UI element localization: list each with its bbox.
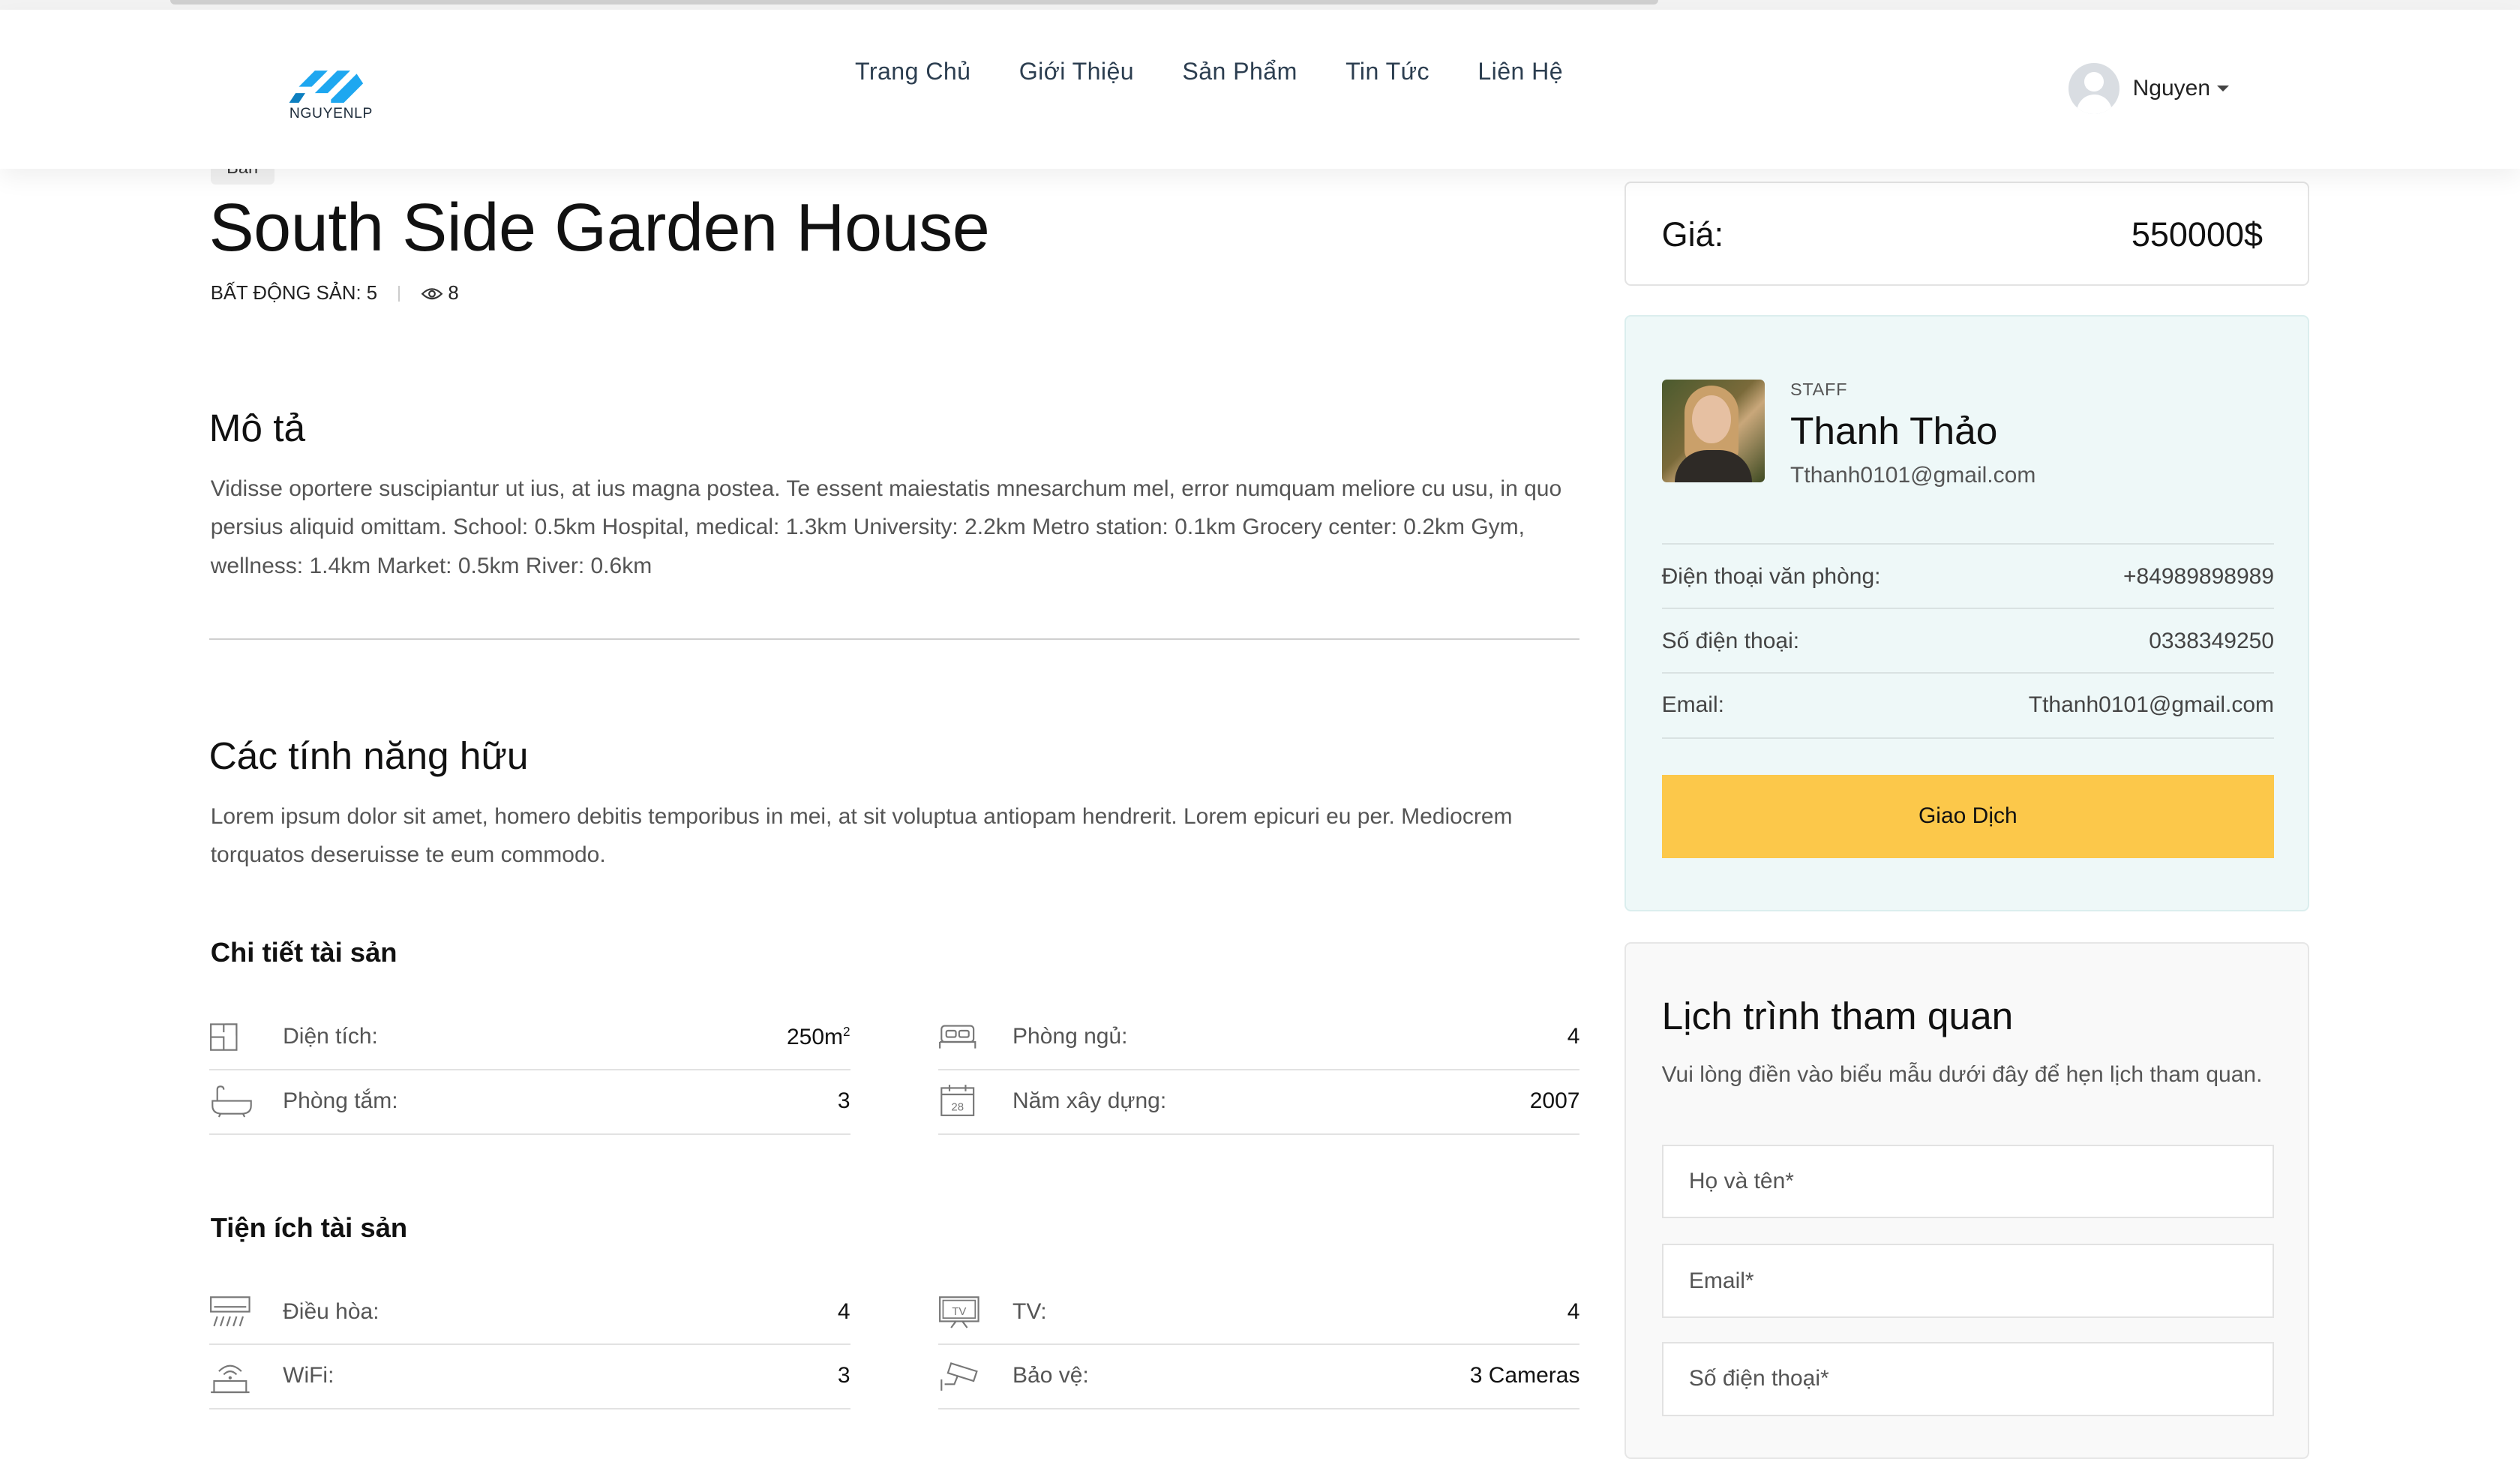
email-label: Email: xyxy=(1661,692,1724,718)
tv-icon: TV xyxy=(939,1296,980,1328)
agent-office-phone-row: Điện thoại văn phòng: +84989898989 xyxy=(1661,543,2275,609)
meta-divider xyxy=(398,285,400,302)
bedrooms-label: Phòng ngủ: xyxy=(1012,1024,1128,1049)
description-heading: Mô tả xyxy=(208,406,306,449)
area-value: 250m2 xyxy=(787,1023,850,1049)
agent-role: STAFF xyxy=(1790,379,1848,399)
tour-heading: Lịch trình tham quan xyxy=(1661,994,2014,1038)
amenity-row-ac: Điều hòa: 4 xyxy=(208,1280,850,1346)
eye-icon xyxy=(421,288,443,300)
nav-trang-chu[interactable]: Trang Chủ xyxy=(831,52,995,92)
agent-photo xyxy=(1661,379,1765,482)
view-count: 8 xyxy=(448,283,459,305)
logo-icon xyxy=(289,71,364,104)
phone-value[interactable]: 0338349250 xyxy=(2149,629,2274,654)
price-value: 550000$ xyxy=(2131,215,2264,254)
bedrooms-value: 4 xyxy=(1567,1024,1580,1049)
detail-row-bathrooms: Phòng tắm: 3 xyxy=(208,1069,850,1135)
page-title: South Side Garden House xyxy=(208,190,990,266)
agent-phone-row: Số điện thoại: 0338349250 xyxy=(1661,607,2275,674)
ac-label: Điều hòa: xyxy=(283,1298,380,1324)
bathrooms-value: 3 xyxy=(837,1088,850,1113)
air-conditioner-icon xyxy=(209,1296,250,1327)
amenity-row-security: Bảo vệ: 3 Cameras xyxy=(938,1343,1580,1410)
amenity-row-tv: TV TV: 4 xyxy=(938,1280,1580,1346)
user-menu[interactable]: Nguyen xyxy=(2068,62,2229,115)
features-heading: Các tính năng hữu xyxy=(208,734,529,778)
agent-name: Thanh Thảo xyxy=(1790,409,1998,453)
tour-schedule-form: Lịch trình tham quan Vui lòng điền vào b… xyxy=(1624,941,2310,1459)
office-phone-value[interactable]: +84989898989 xyxy=(2123,564,2274,590)
detail-row-year: 28 Năm xây dựng: 2007 xyxy=(938,1069,1580,1135)
main-nav: Trang Chủ Giới Thiệu Sản Phẩm Tin Tức Li… xyxy=(831,52,1587,92)
ac-value: 4 xyxy=(837,1298,850,1324)
email-value[interactable]: Tthanh0101@gmail.com xyxy=(2029,692,2274,718)
security-value: 3 Cameras xyxy=(1469,1363,1580,1388)
user-name[interactable]: Nguyen xyxy=(2133,76,2210,101)
amenity-row-wifi: WiFi: 3 xyxy=(208,1343,850,1410)
browser-address-bar-edge xyxy=(170,0,1659,5)
area-icon xyxy=(209,1022,238,1051)
avatar[interactable] xyxy=(2068,62,2120,115)
amenities-heading: Tiện ích tài sản xyxy=(210,1211,408,1243)
price-box: Giá: 550000$ xyxy=(1624,182,2310,287)
logo-text: NGUYENLP xyxy=(289,106,373,122)
tv-label: TV: xyxy=(1012,1298,1047,1324)
wifi-label: WiFi: xyxy=(283,1363,334,1388)
area-label: Diện tích: xyxy=(283,1024,378,1049)
full-name-field[interactable] xyxy=(1661,1144,2275,1219)
agent-email[interactable]: Tthanh0101@gmail.com xyxy=(1790,463,2036,488)
bathrooms-label: Phòng tắm: xyxy=(283,1088,398,1113)
svg-text:28: 28 xyxy=(952,1101,964,1114)
nav-lien-he[interactable]: Liên Hệ xyxy=(1454,52,1587,92)
site-header: NGUYENLP Trang Chủ Giới Thiệu Sản Phẩm T… xyxy=(0,9,2520,169)
security-camera-icon xyxy=(940,1361,979,1391)
bed-icon xyxy=(939,1025,976,1049)
agent-card: STAFF Thanh Thảo Tthanh0101@gmail.com Đi… xyxy=(1624,315,2310,911)
description-text: Vidisse oportere suscipiantur ut ius, at… xyxy=(210,476,1562,578)
wifi-value: 3 xyxy=(837,1363,850,1388)
svg-text:TV: TV xyxy=(952,1305,967,1318)
listing-meta: BẤT ĐỘNG SẢN: 5 8 xyxy=(211,283,459,305)
nav-san-pham[interactable]: Sản Phẩm xyxy=(1158,52,1322,92)
year-label: Năm xây dựng: xyxy=(1012,1088,1167,1113)
detail-row-area: Diện tích: 250m2 xyxy=(208,1004,850,1071)
nav-tin-tuc[interactable]: Tin Tức xyxy=(1322,52,1454,92)
features-text: Lorem ipsum dolor sit amet, homero debit… xyxy=(210,803,1513,868)
details-heading: Chi tiết tài sản xyxy=(210,937,398,968)
tv-value: 4 xyxy=(1567,1298,1580,1324)
chevron-down-icon[interactable] xyxy=(2216,85,2229,92)
calendar-icon: 28 xyxy=(940,1085,975,1117)
logo[interactable]: NGUYENLP xyxy=(283,58,380,132)
year-value: 2007 xyxy=(1529,1088,1580,1113)
detail-row-bedrooms: Phòng ngủ: 4 xyxy=(938,1004,1580,1071)
security-label: Bảo vệ: xyxy=(1012,1363,1089,1388)
agent-email-row: Email: Tthanh0101@gmail.com xyxy=(1661,671,2275,740)
phone-label: Số điện thoại: xyxy=(1661,628,1800,653)
price-label: Giá: xyxy=(1661,215,1724,254)
nav-gioi-thieu[interactable]: Giới Thiệu xyxy=(995,52,1159,92)
bathtub-icon xyxy=(211,1085,252,1118)
transaction-button[interactable]: Giao Dịch xyxy=(1661,774,2275,859)
office-phone-label: Điện thoại văn phòng: xyxy=(1661,563,1881,589)
wifi-router-icon xyxy=(210,1364,250,1393)
section-divider xyxy=(208,638,1580,640)
category-label[interactable]: BẤT ĐỘNG SẢN: 5 xyxy=(211,283,377,305)
tour-instructions: Vui lòng điền vào biểu mẫu dưới đây để h… xyxy=(1661,1062,2263,1088)
email-field[interactable] xyxy=(1661,1244,2275,1319)
phone-field[interactable] xyxy=(1661,1342,2275,1416)
